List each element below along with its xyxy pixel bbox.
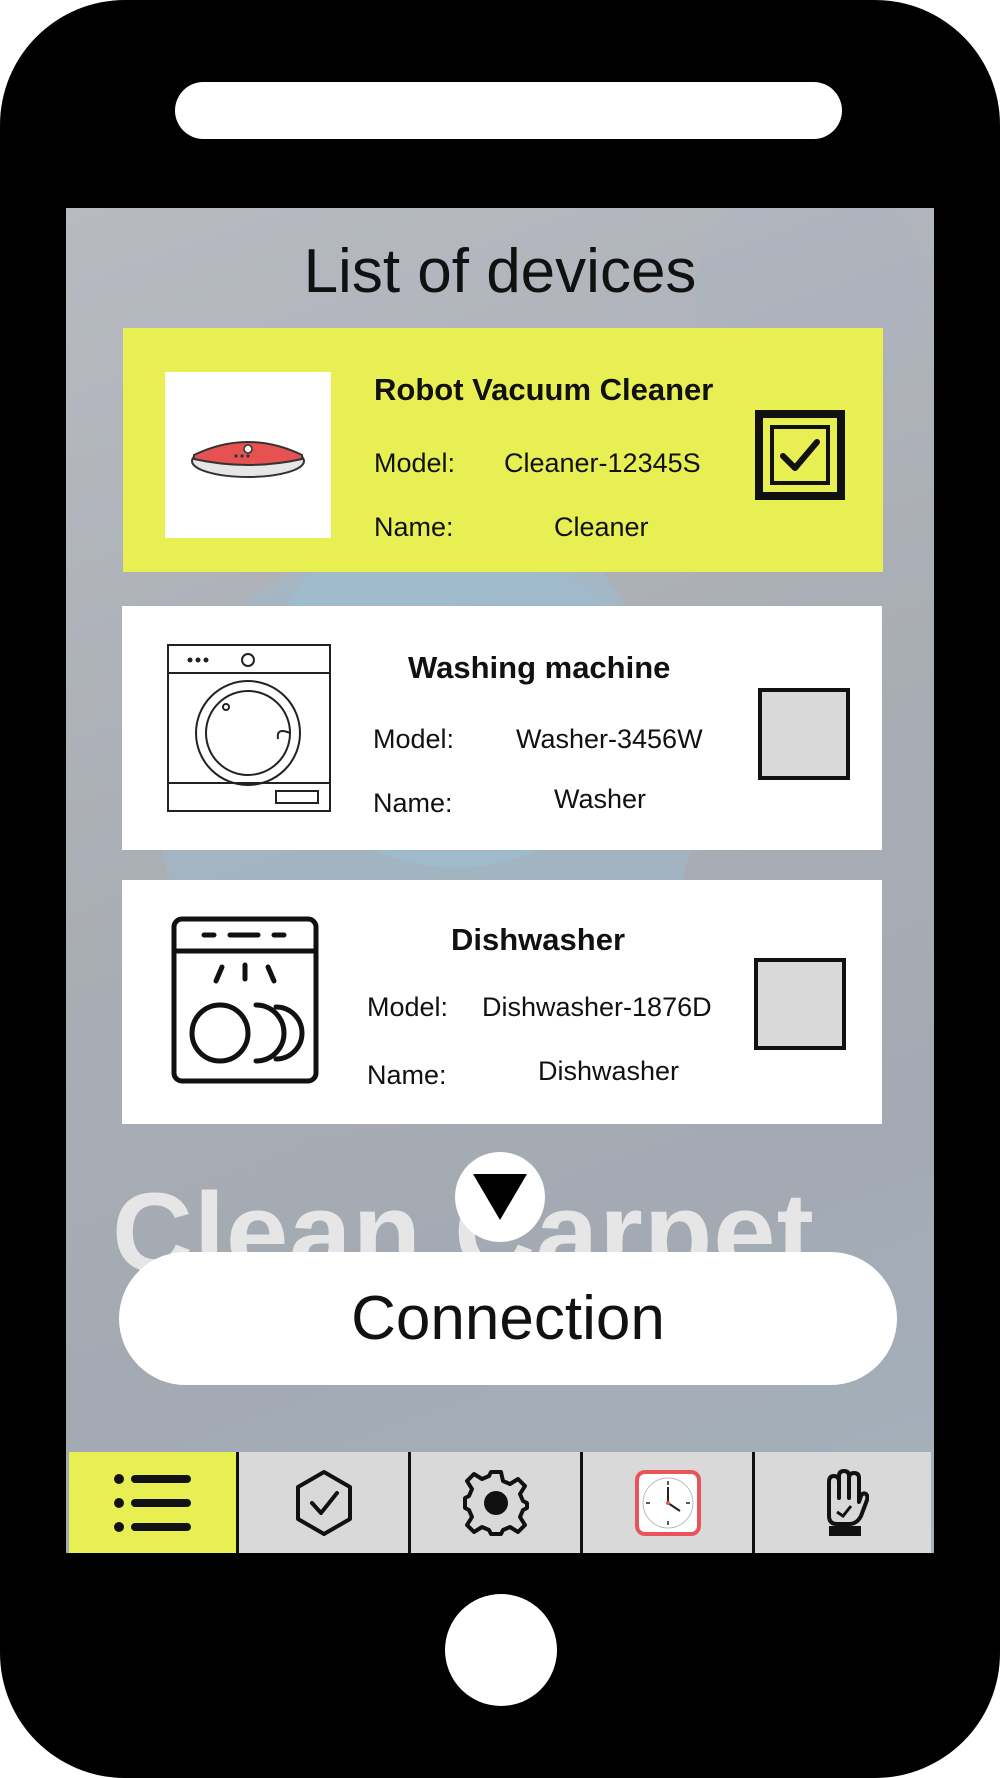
- tab-manual-control[interactable]: [755, 1452, 931, 1553]
- device-card-robot-vacuum[interactable]: Robot Vacuum Cleaner Model: Cleaner-1234…: [123, 328, 883, 572]
- name-label: Name:: [367, 1060, 447, 1090]
- clock-icon: [634, 1469, 701, 1536]
- device-model: Dishwasher-1876D: [482, 992, 712, 1022]
- phone-frame: List of devices Robot Vacuum Cleaner Mod…: [0, 0, 1000, 1778]
- device-card-washing-machine[interactable]: Washing machine Model: Washer-3456W Name…: [122, 606, 882, 850]
- device-card-dishwasher[interactable]: Dishwasher Model: Dishwasher-1876D Name:…: [122, 880, 882, 1124]
- device-checkbox-checked[interactable]: [755, 410, 845, 500]
- tab-security[interactable]: [239, 1452, 411, 1553]
- gear-icon: [462, 1469, 529, 1536]
- device-nickname: Washer: [554, 784, 647, 814]
- scroll-down-button[interactable]: [455, 1152, 545, 1242]
- model-label: Model:: [373, 724, 455, 754]
- device-name: Dishwasher: [451, 922, 626, 957]
- triangle-down-icon: [473, 1174, 527, 1220]
- device-nickname: Dishwasher: [538, 1056, 680, 1086]
- name-label: Name:: [374, 512, 454, 542]
- hand-icon: [827, 1468, 869, 1536]
- shield-check-icon: [295, 1469, 352, 1536]
- device-checkbox[interactable]: [758, 688, 850, 780]
- tab-settings[interactable]: [411, 1452, 583, 1553]
- dishwasher-icon: [164, 914, 326, 1086]
- device-nickname: Cleaner: [554, 512, 649, 542]
- washing-machine-icon: [164, 642, 334, 814]
- app-screen: List of devices Robot Vacuum Cleaner Mod…: [66, 208, 934, 1553]
- phone-speaker: [175, 82, 842, 139]
- list-icon: [113, 1473, 191, 1532]
- device-checkbox[interactable]: [754, 958, 846, 1050]
- device-name: Washing machine: [408, 650, 671, 685]
- robot-vacuum-icon: [165, 372, 331, 538]
- device-model: Washer-3456W: [516, 724, 703, 754]
- tab-schedule[interactable]: [583, 1452, 755, 1553]
- model-label: Model:: [374, 448, 456, 478]
- model-label: Model:: [367, 992, 449, 1022]
- page-title: List of devices: [303, 237, 697, 306]
- name-label: Name:: [373, 788, 453, 818]
- connection-button[interactable]: Connection: [119, 1252, 897, 1385]
- device-model: Cleaner-12345S: [504, 448, 701, 478]
- checkmark-icon: [780, 439, 820, 471]
- home-button[interactable]: [445, 1594, 557, 1706]
- bottom-tab-bar: [69, 1452, 931, 1553]
- tab-device-list[interactable]: [69, 1452, 239, 1553]
- device-name: Robot Vacuum Cleaner: [374, 372, 714, 407]
